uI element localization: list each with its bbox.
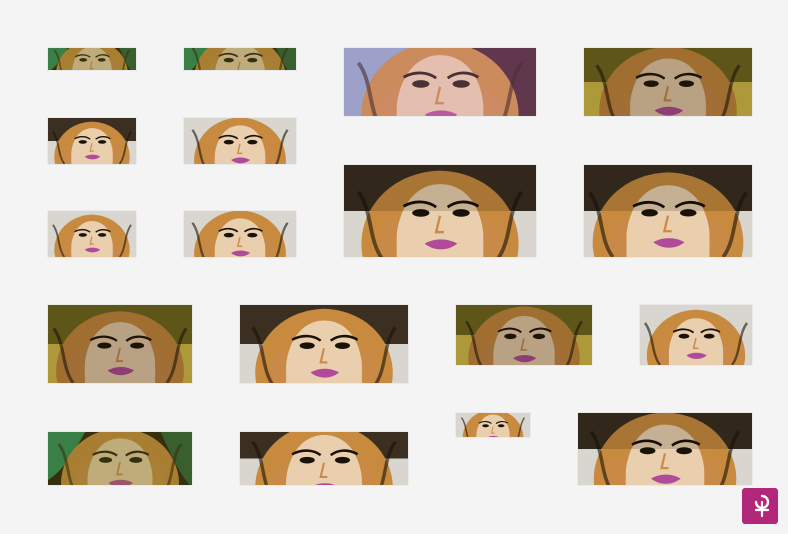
portrait-artwork xyxy=(48,305,192,383)
artwork-thumbnail[interactable] xyxy=(456,305,592,365)
artwork-thumbnail[interactable] xyxy=(48,305,192,383)
artwork-thumbnail[interactable] xyxy=(584,48,752,116)
portrait-artwork xyxy=(48,211,136,257)
artwork-thumbnail[interactable] xyxy=(48,48,136,70)
portrait-artwork xyxy=(240,432,408,485)
artwork-thumbnail[interactable] xyxy=(344,48,536,116)
portrait-artwork xyxy=(184,48,296,70)
portrait-artwork xyxy=(48,48,136,70)
artwork-thumbnail[interactable] xyxy=(48,211,136,257)
portrait-artwork xyxy=(48,432,192,485)
artwork-thumbnail[interactable] xyxy=(584,165,752,257)
artwork-thumbnail[interactable] xyxy=(456,413,530,437)
portrait-artwork xyxy=(584,165,752,257)
portrait-artwork xyxy=(584,48,752,116)
portrait-artwork xyxy=(184,211,296,257)
artwork-thumbnail[interactable] xyxy=(240,432,408,485)
artwork-thumbnail[interactable] xyxy=(344,165,536,257)
portrait-artwork xyxy=(48,118,136,164)
artwork-thumbnail[interactable] xyxy=(184,211,296,257)
brand-logo[interactable] xyxy=(742,488,778,524)
artwork-thumbnail[interactable] xyxy=(48,118,136,164)
portrait-artwork xyxy=(456,305,592,365)
portrait-artwork xyxy=(640,305,752,365)
artwork-thumbnail[interactable] xyxy=(578,413,752,485)
portrait-artwork xyxy=(240,305,408,383)
portrait-artwork xyxy=(184,118,296,164)
artwork-thumbnail[interactable] xyxy=(184,118,296,164)
brand-logo-icon xyxy=(742,488,778,524)
artwork-thumbnail[interactable] xyxy=(240,305,408,383)
artwork-thumbnail[interactable] xyxy=(640,305,752,365)
portrait-artwork xyxy=(344,48,536,116)
artwork-thumbnail[interactable] xyxy=(184,48,296,70)
portrait-artwork xyxy=(578,413,752,485)
portrait-artwork xyxy=(456,413,530,437)
artwork-thumbnail[interactable] xyxy=(48,432,192,485)
portrait-artwork xyxy=(344,165,536,257)
